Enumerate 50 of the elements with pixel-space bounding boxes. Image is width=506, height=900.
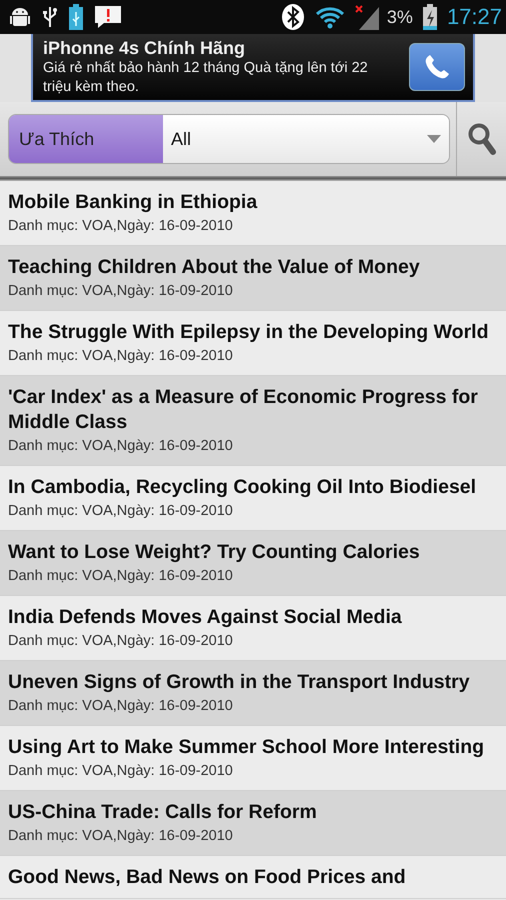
article-meta: Danh mục: VOA,Ngày: 16-09-2010 <box>8 282 234 301</box>
battery-percent: 3% <box>386 6 413 28</box>
article-item[interactable]: Mobile Banking in Ethiopia Danh mục: VOA,Ngày: 16-09-2010 <box>0 181 506 246</box>
article-item[interactable]: In Cambodia, Recycling Cooking Oil Into Biodiesel Danh mục: VOA,Ngày: 16-09-2010 <box>0 466 506 531</box>
usb-battery-icon <box>68 4 84 30</box>
bluetooth-icon <box>280 4 305 30</box>
article-title: The Struggle With Epilepsy in the Developing World <box>8 320 490 345</box>
article-item[interactable]: India Defends Moves Against Social Media Danh mục: VOA,Ngày: 16-09-2010 <box>0 596 506 661</box>
dropdown-caret-icon <box>427 135 441 143</box>
article-title: Mobile Banking in Ethiopia <box>8 190 258 215</box>
ad-title: iPhonne 4s Chính Hãng <box>43 38 246 58</box>
article-title: Teaching Children About the Value of Money <box>8 255 421 280</box>
article-meta: Danh mục: VOA,Ngày: 16-09-2010 <box>8 632 234 651</box>
article-meta: Danh mục: VOA,Ngày: 16-09-2010 <box>8 567 234 586</box>
search-icon <box>466 122 496 156</box>
article-title: US-China Trade: Calls for Reform <box>8 800 318 825</box>
article-meta: Danh mục: VOA,Ngày: 16-09-2010 <box>8 347 234 366</box>
category-dropdown[interactable]: All <box>163 115 449 163</box>
article-meta: Danh mục: VOA,Ngày: 16-09-2010 <box>8 697 234 716</box>
article-title: Using Art to Make Summer School More Interesting <box>8 735 486 760</box>
article-title: Good News, Bad News on Food Prices and <box>8 865 407 890</box>
article-item[interactable]: Good News, Bad News on Food Prices and <box>0 856 506 899</box>
article-title: India Defends Moves Against Social Media <box>8 605 403 630</box>
usb-icon <box>42 5 58 29</box>
no-signal-icon <box>354 4 381 30</box>
article-item[interactable]: Teaching Children About the Value of Money Danh mục: VOA,Ngày: 16-09-2010 <box>0 246 506 311</box>
article-title: Want to Lose Weight? Try Counting Calories <box>8 540 421 565</box>
article-meta: Danh mục: VOA,Ngày: 16-09-2010 <box>8 827 234 846</box>
article-meta: Danh mục: VOA,Ngày: 16-09-2010 <box>8 217 234 236</box>
article-item[interactable]: 'Car Index' as a Measure of Economic Progress for Middle Class Danh mục: VOA,Ngày: 16-09-2010 <box>0 376 506 466</box>
article-title: In Cambodia, Recycling Cooking Oil Into Biodiesel <box>8 475 478 500</box>
article-meta: Danh mục: VOA,Ngày: 16-09-2010 <box>8 762 234 781</box>
clock: 17:27 <box>446 4 502 30</box>
call-button[interactable] <box>409 43 465 91</box>
article-title: Uneven Signs of Growth in the Transport Industry <box>8 670 471 695</box>
article-item[interactable]: The Struggle With Epilepsy in the Developing World Danh mục: VOA,Ngày: 16-09-2010 <box>0 311 506 376</box>
article-meta: Danh mục: VOA,Ngày: 16-09-2010 <box>8 437 234 456</box>
favorites-button[interactable]: Ưa Thích <box>9 115 163 163</box>
article-item[interactable]: Want to Lose Weight? Try Counting Calories Danh mục: VOA,Ngày: 16-09-2010 <box>0 531 506 596</box>
battery-charging-icon <box>422 4 437 30</box>
article-meta: Danh mục: VOA,Ngày: 16-09-2010 <box>8 502 234 521</box>
article-title: 'Car Index' as a Measure of Economic Progress for Middle Class <box>8 385 479 435</box>
article-item[interactable]: Using Art to Make Summer School More Interesting Danh mục: VOA,Ngày: 16-09-2010 <box>0 726 506 791</box>
article-item[interactable]: US-China Trade: Calls for Reform Danh mục: VOA,Ngày: 16-09-2010 <box>0 791 506 856</box>
ad-text: Giá rẻ nhất bảo hành 12 tháng Quà tặng lên tới 22 triệu kèm theo. <box>43 58 369 96</box>
article-item[interactable]: Uneven Signs of Growth in the Transport Industry Danh mục: VOA,Ngày: 16-09-2010 <box>0 661 506 726</box>
wifi-icon <box>314 5 345 29</box>
message-alert-icon <box>94 5 122 29</box>
ad-banner[interactable]: iPhonne 4s Chính Hãng Giá rẻ nhất bảo hành 12 tháng Quà tặng lên tới 22 triệu kèm theo. <box>31 34 475 102</box>
android-icon <box>8 6 32 28</box>
